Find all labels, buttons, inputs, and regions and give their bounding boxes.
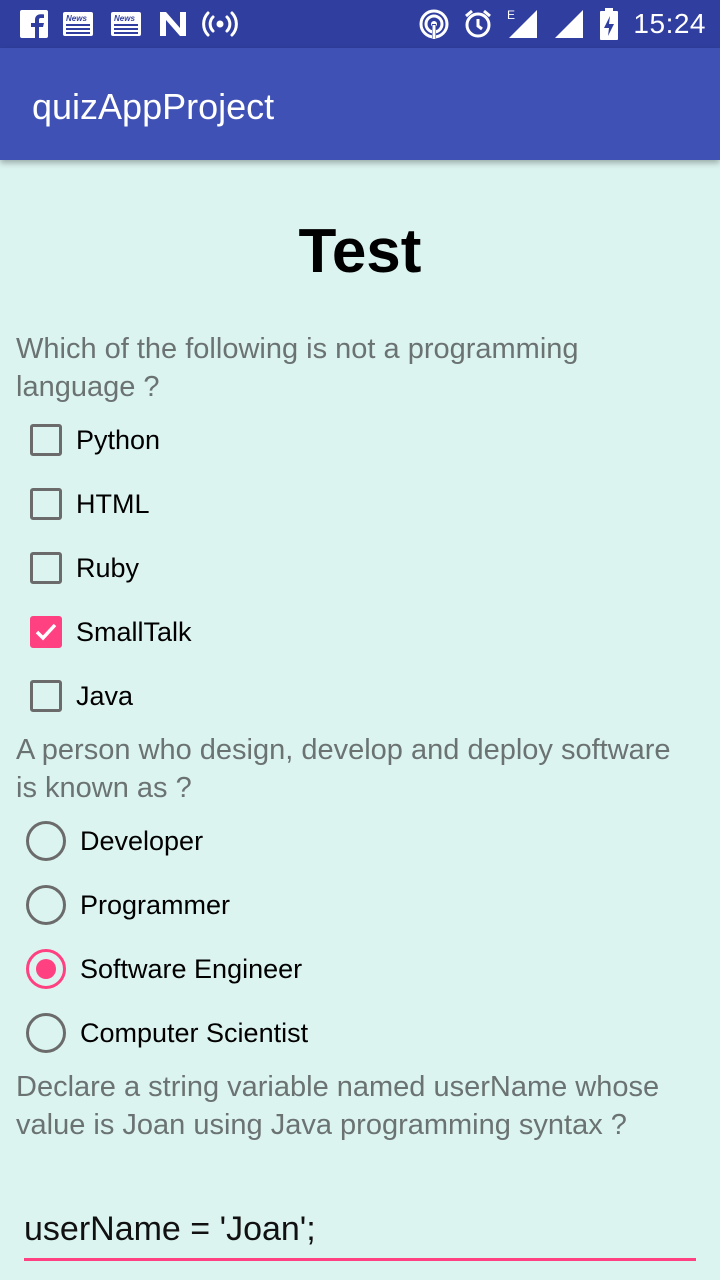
signal-e-icon: E xyxy=(507,8,539,40)
radio-option-programmer[interactable]: Programmer xyxy=(26,880,231,930)
checkbox[interactable] xyxy=(30,424,62,456)
checkbox[interactable] xyxy=(30,680,62,712)
option-label: Programmer xyxy=(80,889,231,920)
n-app-icon xyxy=(158,10,188,38)
option-label: Software Engineer xyxy=(80,953,303,984)
notification-icons: News News xyxy=(20,8,238,40)
hotspot-icon xyxy=(202,10,238,38)
radio-button[interactable] xyxy=(26,1013,66,1053)
question-1-text: Which of the following is not a programm… xyxy=(16,333,579,403)
svg-text:News: News xyxy=(114,14,135,23)
option-label: SmallTalk xyxy=(76,616,192,647)
question-2-text: A person who design, develop and deploy … xyxy=(16,734,671,804)
radio-option-developer[interactable]: Developer xyxy=(26,816,204,866)
checkbox-option-smalltalk[interactable]: SmallTalk xyxy=(28,607,192,657)
radio-button[interactable] xyxy=(26,821,66,861)
checkbox-option-ruby[interactable]: Ruby xyxy=(28,543,139,593)
status-bar: News News E 15:24 xyxy=(0,0,720,48)
page-title: Test xyxy=(298,217,422,286)
answer-input[interactable]: userName = 'Joan'; xyxy=(24,1204,696,1261)
app-bar: quizAppProject xyxy=(0,48,720,160)
radio-option-computer-scientist[interactable]: Computer Scientist xyxy=(26,1008,309,1058)
hotspot-signal-icon xyxy=(419,9,449,39)
option-label: Ruby xyxy=(76,552,140,583)
check-icon xyxy=(35,623,57,641)
option-label: Computer Scientist xyxy=(80,1017,309,1048)
option-label: Java xyxy=(76,680,134,711)
svg-text:E: E xyxy=(507,8,515,22)
app-title: quizAppProject xyxy=(32,86,275,127)
signal-icon xyxy=(553,8,585,40)
checkbox-option-python[interactable]: Python xyxy=(28,415,160,465)
system-icons: E 15:24 xyxy=(419,6,706,42)
checkbox-checked[interactable] xyxy=(30,616,62,648)
radio-button[interactable] xyxy=(26,885,66,925)
news-icon: News xyxy=(110,10,144,38)
checkbox-option-java[interactable]: Java xyxy=(28,671,133,721)
radio-dot xyxy=(36,959,56,979)
svg-text:News: News xyxy=(66,14,87,23)
answer-input-value[interactable]: userName = 'Joan'; xyxy=(24,1210,316,1249)
question-3-text: Declare a string variable named userName… xyxy=(16,1071,660,1141)
alarm-icon xyxy=(463,9,493,39)
facebook-icon xyxy=(20,10,48,38)
option-label: HTML xyxy=(76,488,150,519)
news-icon: News xyxy=(62,10,96,38)
battery-charging-icon xyxy=(599,8,619,40)
option-label: Python xyxy=(76,424,161,455)
checkbox[interactable] xyxy=(30,488,62,520)
checkbox-option-html[interactable]: HTML xyxy=(28,479,150,529)
radio-option-software-engineer[interactable]: Software Engineer xyxy=(26,944,303,994)
radio-button-selected[interactable] xyxy=(26,949,66,989)
checkbox[interactable] xyxy=(30,552,62,584)
clock: 15:24 xyxy=(633,8,706,39)
option-label: Developer xyxy=(80,825,204,856)
